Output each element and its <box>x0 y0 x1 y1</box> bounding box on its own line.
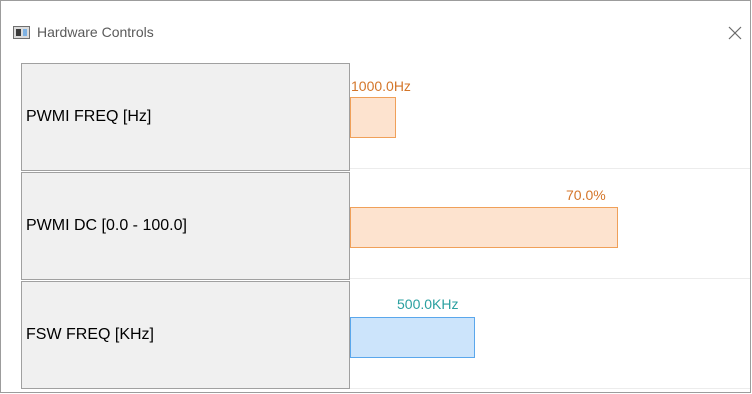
window-title: Hardware Controls <box>37 24 154 40</box>
bar-row-pwmi-freq: 1000.0Hz <box>350 59 750 169</box>
parameter-label: PWMI DC [0.0 - 100.0] <box>26 217 187 234</box>
label-cell-pwmi-freq: PWMI FREQ [Hz] <box>21 63 350 171</box>
parameter-label: FSW FREQ [KHz] <box>26 326 154 343</box>
label-cell-pwmi-dc: PWMI DC [0.0 - 100.0] <box>21 172 350 280</box>
value-bar-fsw-freq[interactable] <box>350 317 475 358</box>
value-bar-pwmi-dc[interactable] <box>350 207 618 248</box>
bar-row-fsw-freq: 500.0KHz <box>350 279 750 389</box>
parameter-label: PWMI FREQ [Hz] <box>26 108 152 125</box>
title-bar: Hardware Controls <box>1 1 750 59</box>
app-window-icon <box>13 26 30 39</box>
value-label-pwmi-freq: 1000.0Hz <box>351 78 411 94</box>
close-icon <box>728 26 742 40</box>
parameter-labels: PWMI FREQ [Hz] PWMI DC [0.0 - 100.0] FSW… <box>21 63 350 390</box>
close-button[interactable] <box>720 17 750 49</box>
bar-area: 1000.0Hz 70.0% 500.0KHz <box>350 59 750 392</box>
bar-row-pwmi-dc: 70.0% <box>350 169 750 279</box>
label-cell-fsw-freq: FSW FREQ [KHz] <box>21 281 350 389</box>
value-label-fsw-freq: 500.0KHz <box>397 296 459 312</box>
value-label-pwmi-dc: 70.0% <box>566 187 606 203</box>
hardware-controls-window: Hardware Controls PWMI FREQ [Hz] PWMI DC… <box>0 0 751 393</box>
value-bar-pwmi-freq[interactable] <box>350 97 396 138</box>
